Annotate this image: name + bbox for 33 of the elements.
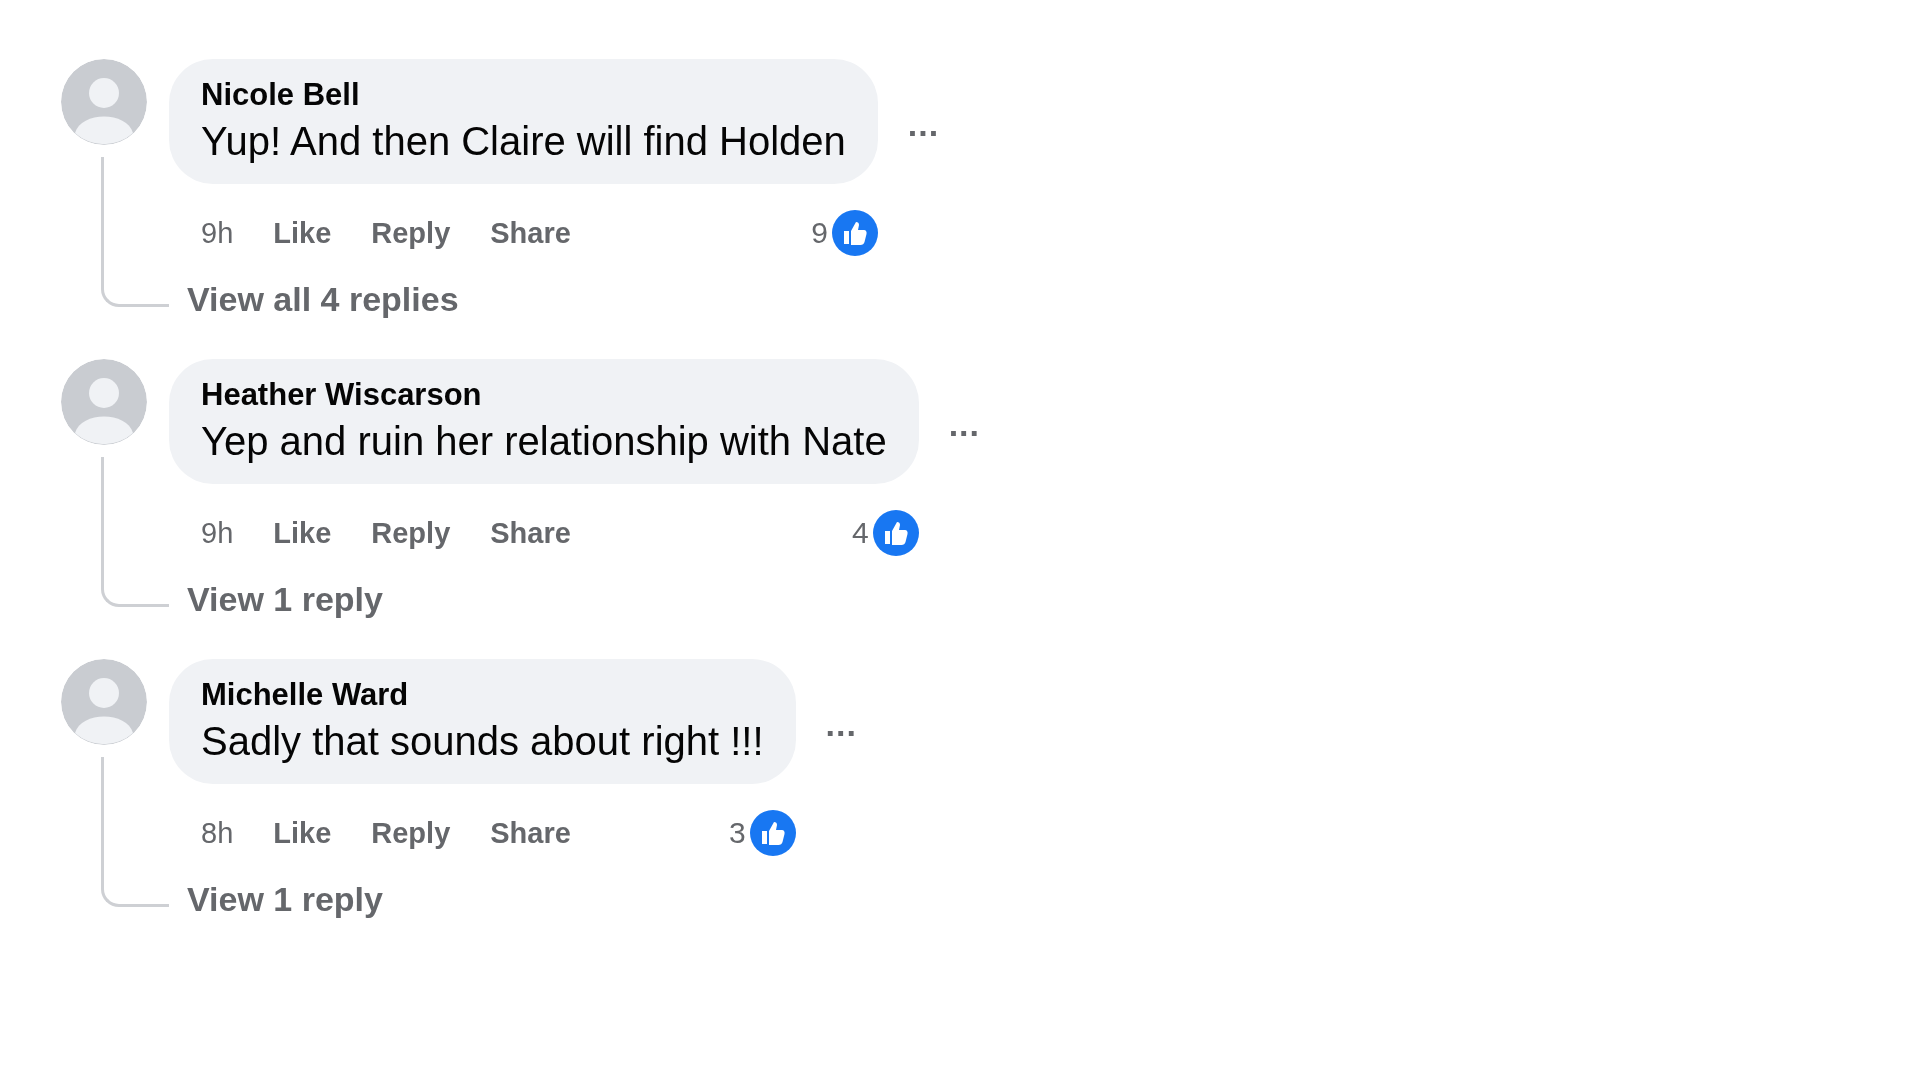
timestamp[interactable]: 9h [201, 216, 234, 250]
thread-connector-line [101, 256, 169, 307]
like-icon[interactable] [831, 210, 878, 256]
like-icon[interactable] [749, 810, 796, 856]
thread-connector-line [101, 856, 169, 907]
action-link[interactable]: Reply [371, 216, 451, 250]
view-replies-link[interactable]: View 1 reply [187, 580, 383, 619]
more-options-icon[interactable]: ... [825, 705, 857, 744]
author-name[interactable]: Heather Wiscarson [201, 377, 887, 413]
action-link[interactable]: Share [490, 516, 571, 550]
action-link[interactable]: Share [490, 216, 571, 250]
author-name[interactable]: Nicole Bell [201, 77, 846, 113]
action-link[interactable]: Like [273, 516, 332, 550]
reaction-count[interactable]: 3 [728, 816, 746, 850]
like-icon[interactable] [872, 510, 919, 556]
timestamp[interactable]: 9h [201, 516, 234, 550]
action-link[interactable]: Like [273, 216, 332, 250]
timestamp[interactable]: 8h [201, 816, 234, 850]
more-options-icon[interactable]: ... [948, 405, 980, 444]
thread-connector-line [101, 556, 169, 607]
action-link[interactable]: Reply [371, 516, 451, 550]
action-link[interactable]: Reply [371, 816, 451, 850]
more-options-icon[interactable]: ... [907, 105, 940, 144]
comment-text: Sadly that sounds about right !!! [201, 719, 764, 764]
comment-text: Yup! And then Claire will find Holden [201, 119, 846, 164]
action-link[interactable]: Share [490, 816, 571, 850]
reaction-count[interactable]: 9 [811, 216, 828, 250]
view-replies-link[interactable]: View all 4 replies [187, 280, 459, 319]
author-name[interactable]: Michelle Ward [201, 677, 764, 713]
reaction-count[interactable]: 4 [851, 516, 869, 550]
view-replies-link[interactable]: View 1 reply [187, 880, 383, 919]
action-link[interactable]: Like [273, 816, 332, 850]
comment-text: Yep and ruin her relationship with Nate [201, 419, 887, 464]
